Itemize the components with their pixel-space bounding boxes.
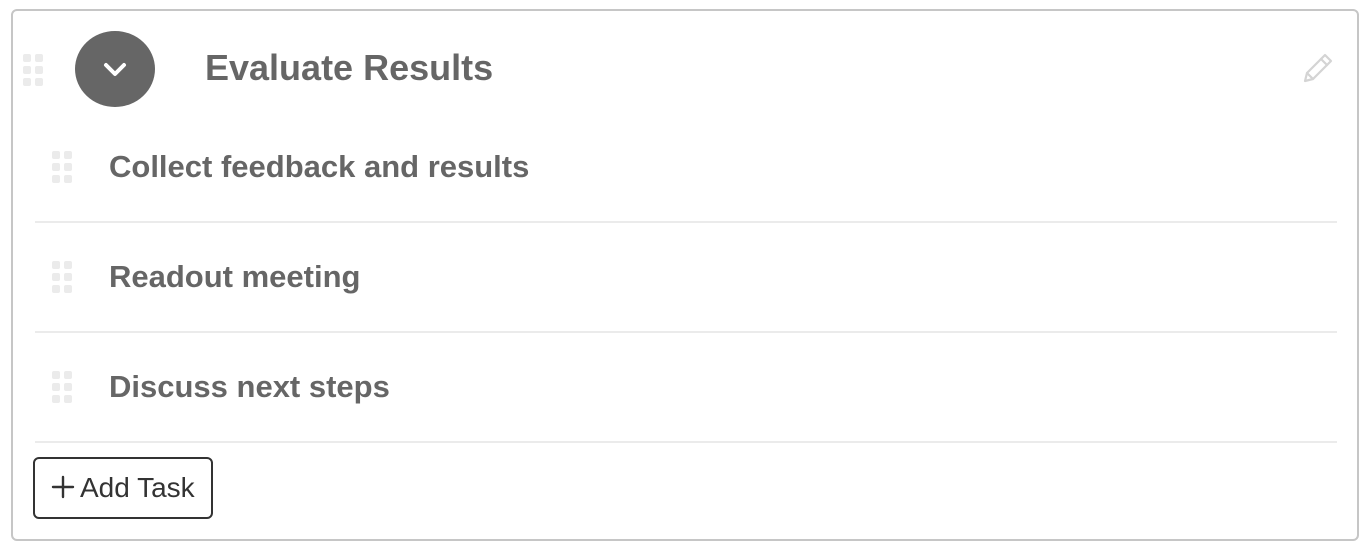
drag-handle-icon[interactable]: [52, 261, 74, 293]
task-list: Collect feedback and results Readout mee…: [35, 113, 1337, 443]
section-title: Evaluate Results: [205, 47, 494, 88]
task-row[interactable]: Collect feedback and results: [35, 113, 1337, 223]
drag-handle-icon[interactable]: [52, 151, 74, 183]
collapse-section-button[interactable]: [75, 31, 155, 107]
drag-handle-icon[interactable]: [52, 371, 74, 403]
chevron-down-icon: [104, 63, 126, 76]
add-task-label: Add Task: [80, 472, 195, 503]
pencil-icon: [1303, 53, 1333, 83]
add-task-button[interactable]: Add Task: [33, 457, 213, 519]
task-row[interactable]: Readout meeting: [35, 223, 1337, 333]
task-name: Collect feedback and results: [109, 149, 530, 184]
section-header: Evaluate Results: [13, 11, 1357, 123]
task-name: Discuss next steps: [109, 369, 390, 404]
edit-section-button[interactable]: [1299, 51, 1335, 87]
task-name: Readout meeting: [109, 259, 361, 294]
section-card: Evaluate Results Collect feedback and re…: [11, 9, 1359, 541]
plus-icon: [51, 475, 75, 499]
drag-handle-icon[interactable]: [23, 54, 45, 86]
task-row[interactable]: Discuss next steps: [35, 333, 1337, 443]
